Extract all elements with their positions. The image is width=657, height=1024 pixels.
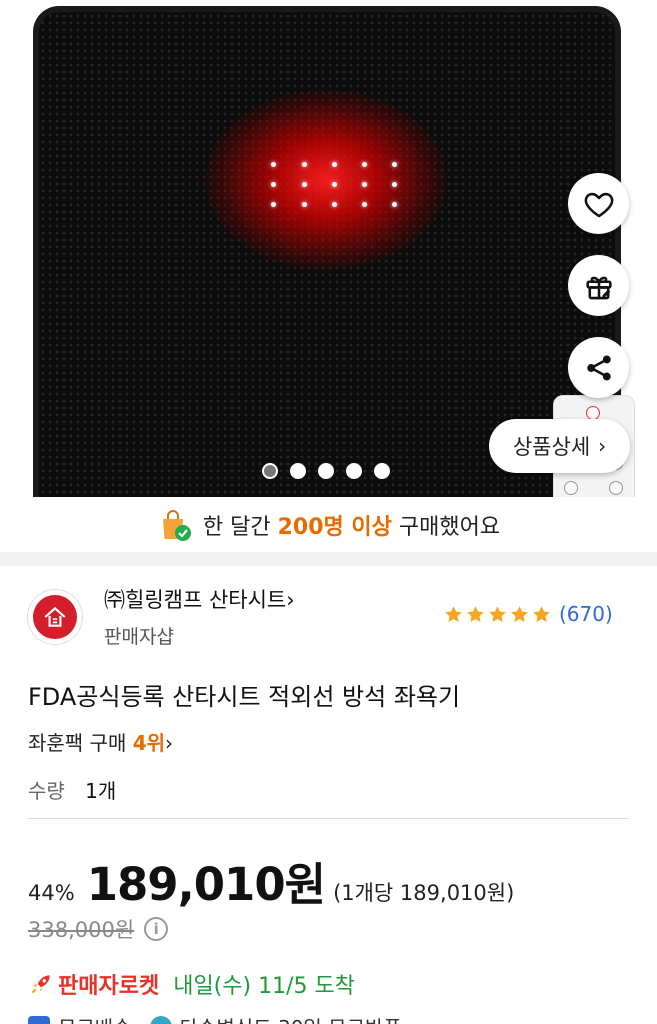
quantity-row: 수량 1개 xyxy=(28,775,116,804)
seller-logo-badge xyxy=(33,595,77,639)
discount-rate: 44% xyxy=(28,881,75,905)
remote-power-button-image xyxy=(586,406,600,420)
purchase-count-banner: 한 달간 200명 이상 구매했어요 xyxy=(0,500,657,550)
rank-prefix: 좌훈팩 구매 xyxy=(28,731,127,755)
led-dot xyxy=(362,202,367,207)
original-price: 338,000원 xyxy=(28,918,135,942)
led-dot xyxy=(302,182,307,187)
original-price-row: 338,000원 i xyxy=(28,914,169,944)
seller-type: 판매자샵 xyxy=(104,626,174,648)
led-dot xyxy=(392,202,397,207)
product-detail-label: 상품상세 xyxy=(512,435,591,459)
gift-icon xyxy=(585,276,612,299)
gift-button[interactable] xyxy=(568,255,629,316)
led-dot xyxy=(302,162,307,167)
led-dot xyxy=(332,182,337,187)
remote-button-image xyxy=(564,481,578,495)
shipping-benefits-row: 무료배송 단순변심도 30일 무료반품 xyxy=(28,1012,402,1024)
heart-icon xyxy=(584,192,613,217)
quantity-label: 수량 xyxy=(28,779,65,803)
unit-price: (1개당 189,010원) xyxy=(333,881,515,905)
led-dot xyxy=(271,162,276,167)
product-title: FDA공식등록 산타시트 적외선 방석 좌욕기 xyxy=(28,683,461,711)
banner-suffix: 구매했어요 xyxy=(398,515,501,540)
info-icon[interactable]: i xyxy=(144,917,169,941)
star-icon xyxy=(533,605,550,622)
banner-prefix: 한 달간 xyxy=(202,515,271,540)
chevron-right-icon: › xyxy=(598,434,607,458)
product-detail-button[interactable]: 상품상세 › xyxy=(489,419,630,473)
divider xyxy=(28,818,629,819)
banner-highlight: 200명 이상 xyxy=(277,515,392,540)
rocket-label: 판매자로켓 xyxy=(58,974,160,999)
product-image-red-glow xyxy=(206,90,446,270)
house-icon xyxy=(44,606,66,627)
delivery-info: 판매자로켓 내일(수) 11/5 도착 xyxy=(28,968,355,1000)
carousel-dot[interactable] xyxy=(290,463,306,479)
led-dot xyxy=(362,162,367,167)
free-return-text: 단순변심도 30일 무료반품 xyxy=(180,1012,402,1024)
carousel-dot[interactable] xyxy=(374,463,390,479)
quantity-value: 1개 xyxy=(85,779,117,803)
carousel-dot[interactable] xyxy=(346,463,362,479)
section-divider xyxy=(0,552,657,566)
rocket-icon xyxy=(31,975,50,994)
rating-summary[interactable]: (670) xyxy=(443,602,613,626)
carousel-dot[interactable] xyxy=(318,463,334,479)
seller-logo[interactable] xyxy=(27,589,83,645)
price-row: 44% 189,010원 (1개당 189,010원) xyxy=(28,848,514,913)
rank-value: 4위 xyxy=(132,731,166,755)
seller-name: ㈜힐링캠프 산타시트 xyxy=(104,588,287,612)
led-dot xyxy=(362,182,367,187)
led-dot xyxy=(392,162,397,167)
carousel-dot[interactable] xyxy=(262,463,278,479)
delivery-date: 내일(수) 11/5 도착 xyxy=(173,974,355,999)
star-icon xyxy=(445,605,462,622)
free-shipping-text: 무료배송 xyxy=(58,1012,132,1024)
sale-price: 189,010원 xyxy=(86,858,326,911)
star-icon xyxy=(489,605,506,622)
return-icon xyxy=(149,1015,172,1024)
star-icon xyxy=(511,605,528,622)
review-count: (670) xyxy=(559,602,613,626)
chevron-right-icon: › xyxy=(165,731,174,755)
led-dot xyxy=(302,202,307,207)
share-button[interactable] xyxy=(568,337,629,398)
seller-name-link[interactable]: ㈜힐링캠프 산타시트› xyxy=(104,584,295,614)
led-dot xyxy=(271,202,276,207)
led-dot xyxy=(271,182,276,187)
star-icon xyxy=(467,605,484,622)
share-icon xyxy=(586,355,611,380)
chevron-right-icon: › xyxy=(286,588,295,612)
category-rank-link[interactable]: 좌훈팩 구매 4위› xyxy=(28,727,173,756)
led-dot xyxy=(332,202,337,207)
led-dot xyxy=(332,162,337,167)
carousel-indicator xyxy=(262,463,390,479)
shopping-bag-check-icon xyxy=(162,510,191,541)
led-dot xyxy=(392,182,397,187)
free-shipping-icon xyxy=(28,1015,50,1024)
product-image-carousel[interactable]: 상품상세 › xyxy=(0,0,657,497)
wishlist-button[interactable] xyxy=(568,173,629,234)
remote-button-image xyxy=(609,481,623,495)
